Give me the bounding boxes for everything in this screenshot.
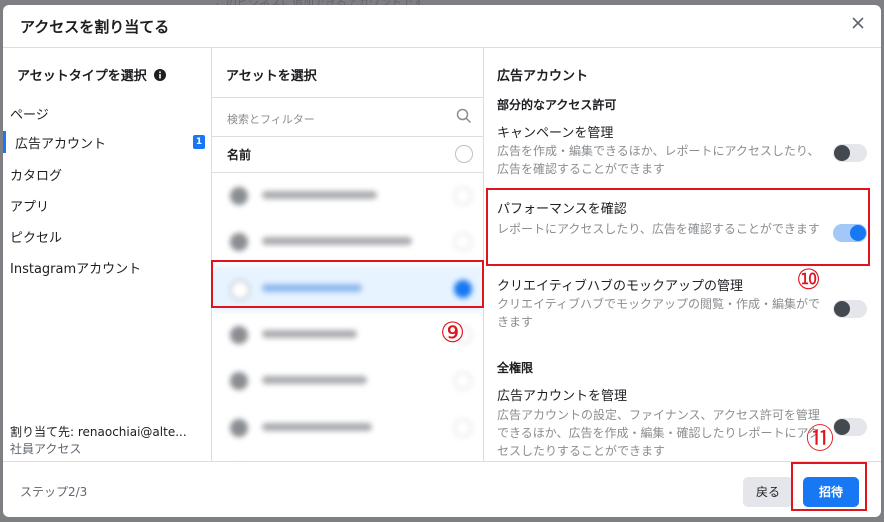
- annotation-11: ⑪: [806, 422, 835, 455]
- toggle-manage-campaigns[interactable]: [833, 144, 867, 162]
- close-icon[interactable]: [849, 14, 867, 32]
- name-header: 名前: [227, 148, 252, 162]
- full-access-heading: 全権限: [497, 361, 534, 375]
- asset-type-instagram[interactable]: Instagramアカウント: [10, 258, 141, 277]
- asset-heading: アセットを選択: [226, 69, 317, 84]
- highlight-view-performance: [486, 188, 870, 266]
- asset-row[interactable]: [212, 358, 483, 404]
- back-button[interactable]: 戻る: [743, 477, 793, 507]
- dialog-title: アクセスを割り当てる: [20, 18, 170, 36]
- permission-title-manage-campaigns: キャンペーンを管理: [497, 126, 614, 141]
- asset-type-page[interactable]: ページ: [10, 104, 49, 123]
- annotation-9: ⑨: [440, 316, 466, 349]
- permission-desc: 広告を作成・編集できるほか、レポートにアクセスしたり、広告を確認することができま…: [497, 144, 820, 176]
- permission-heading: 広告アカウント: [497, 69, 589, 84]
- permission-title-creative-hub: クリエイティブハブのモックアップの管理: [497, 279, 743, 294]
- asset-type-heading: アセットタイプを選択: [17, 65, 167, 84]
- toggle-manage-ad-account[interactable]: [833, 418, 867, 436]
- permission-title-manage-ad-account: 広告アカウントを管理: [497, 389, 628, 404]
- asset-type-app[interactable]: アプリ: [10, 196, 49, 215]
- asset-type-ad-account[interactable]: 広告アカウント 1: [3, 131, 211, 153]
- search-input[interactable]: 検索とフィルター: [227, 111, 315, 127]
- partial-access-heading: 部分的なアクセス許可: [497, 98, 617, 112]
- asset-type-column: アセットタイプを選択 ページ 広告アカウント 1 カタログ アプリ ピクセル I…: [3, 48, 212, 461]
- permission-desc: 広告アカウントの設定、ファイナンス、アクセス許可を管理できるほか、広告を作成・編…: [497, 408, 820, 458]
- asset-column: アセットを選択 検索とフィルター 名前: [212, 48, 484, 461]
- name-header-row: 名前: [212, 136, 483, 173]
- asset-type-pixel[interactable]: ピクセル: [10, 227, 62, 246]
- dialog-footer: ステップ2/3 戻る 招待: [3, 461, 881, 517]
- permission-desc: クリエイティブハブでモックアップの閲覧・作成・編集ができます: [497, 297, 821, 329]
- asset-row[interactable]: [212, 451, 483, 461]
- search-icon: [456, 108, 472, 124]
- asset-row[interactable]: [212, 219, 483, 265]
- highlight-invite: [791, 462, 867, 511]
- info-icon[interactable]: [154, 69, 167, 81]
- asset-type-ad-account-label: 広告アカウント: [15, 137, 107, 152]
- highlight-selected-asset: [211, 260, 484, 308]
- asset-type-heading-label: アセットタイプを選択: [17, 69, 147, 84]
- step-indicator: ステップ2/3: [20, 485, 88, 499]
- assign-to-text: 割り当て先: renaochiai@alte...: [10, 425, 187, 439]
- search-filter[interactable]: 検索とフィルター: [212, 97, 483, 137]
- asset-row[interactable]: [212, 405, 483, 451]
- access-type-text: 社員アクセス: [10, 442, 82, 456]
- asset-type-catalog[interactable]: カタログ: [10, 165, 62, 184]
- annotation-10: ⑩: [796, 263, 822, 296]
- selected-indicator: [3, 131, 6, 153]
- toggle-creative-hub[interactable]: [833, 300, 867, 318]
- count-badge: 1: [193, 135, 205, 149]
- asset-row[interactable]: [212, 173, 483, 219]
- dialog-header: アクセスを割り当てる: [3, 5, 881, 48]
- select-all-radio[interactable]: [455, 145, 473, 163]
